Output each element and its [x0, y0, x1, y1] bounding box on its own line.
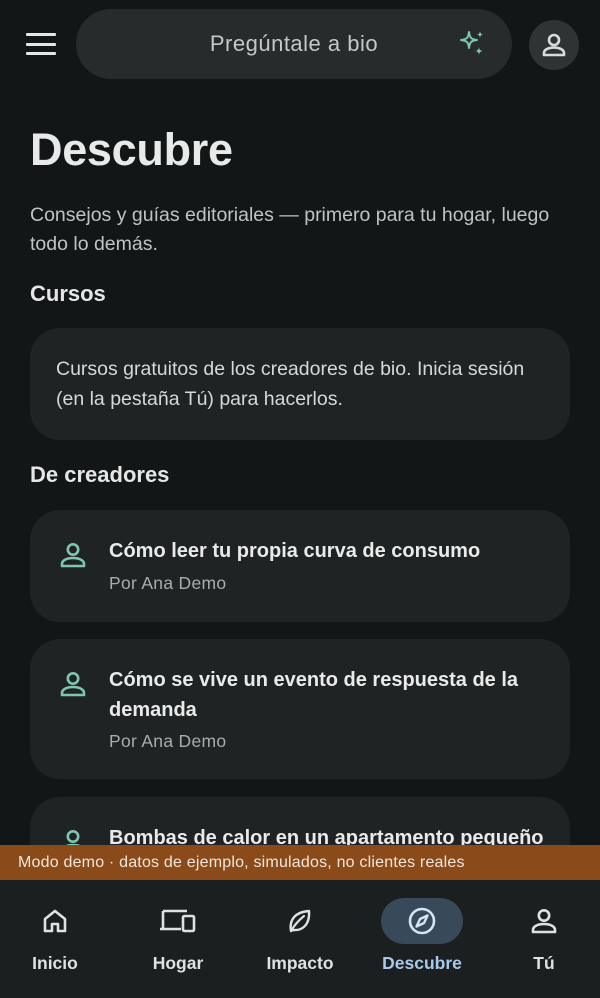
devices-icon — [160, 909, 196, 933]
page-title: Descubre — [30, 124, 233, 175]
home-icon — [43, 909, 67, 933]
creator-article-card[interactable]: Cómo se vive un evento de respuesta de l… — [30, 639, 570, 779]
nav-label: Impacto — [266, 953, 334, 973]
courses-info-text: Cursos gratuitos de los creadores de bio… — [56, 358, 525, 410]
search-placeholder: Pregúntale a bio — [209, 31, 379, 56]
person-icon — [542, 33, 566, 57]
courses-info-card: Cursos gratuitos de los creadores de bio… — [30, 328, 570, 440]
discover-screen: Pregúntale a bio Descubre Consejos y guí… — [0, 0, 600, 998]
courses-heading: Cursos — [30, 281, 106, 306]
article-author: Por Ana Demo — [109, 573, 227, 593]
nav-item-tu[interactable]: Tú — [494, 898, 594, 988]
article-title: Cómo leer tu propia curva de consumo — [109, 540, 481, 562]
nav-item-descubre[interactable]: Descubre — [372, 898, 472, 988]
account-button[interactable] — [529, 20, 579, 70]
ask-bio-search-bar[interactable]: Pregúntale a bio — [76, 9, 512, 79]
demo-mode-banner: Modo demo · datos de ejemplo, simulados,… — [0, 845, 600, 880]
person-icon — [60, 672, 86, 697]
menu-icon[interactable] — [24, 28, 58, 60]
nav-item-hogar[interactable]: Hogar — [128, 898, 228, 988]
nav-item-inicio[interactable]: Inicio — [5, 898, 105, 988]
creators-heading: De creadores — [30, 462, 170, 487]
person-icon — [60, 543, 86, 568]
nav-item-impacto[interactable]: Impacto — [250, 898, 350, 988]
compass-icon — [408, 907, 436, 935]
nav-label: Inicio — [32, 953, 78, 973]
person-icon — [531, 909, 557, 934]
leaf-icon — [289, 909, 311, 933]
bottom-navigation: Inicio Hogar Impacto Descubre Tú — [0, 880, 600, 998]
sparkle-icon — [460, 31, 484, 55]
nav-label: Tú — [533, 953, 555, 973]
nav-label: Descubre — [382, 953, 462, 973]
page-subtitle: Consejos y guías editoriales — primero p… — [30, 204, 550, 255]
creator-article-card[interactable]: Cómo leer tu propia curva de consumo Por… — [30, 510, 570, 622]
nav-label: Hogar — [152, 953, 204, 973]
article-author: Por Ana Demo — [109, 731, 227, 751]
article-title: Cómo se vive un evento de respuesta de l… — [109, 669, 519, 721]
